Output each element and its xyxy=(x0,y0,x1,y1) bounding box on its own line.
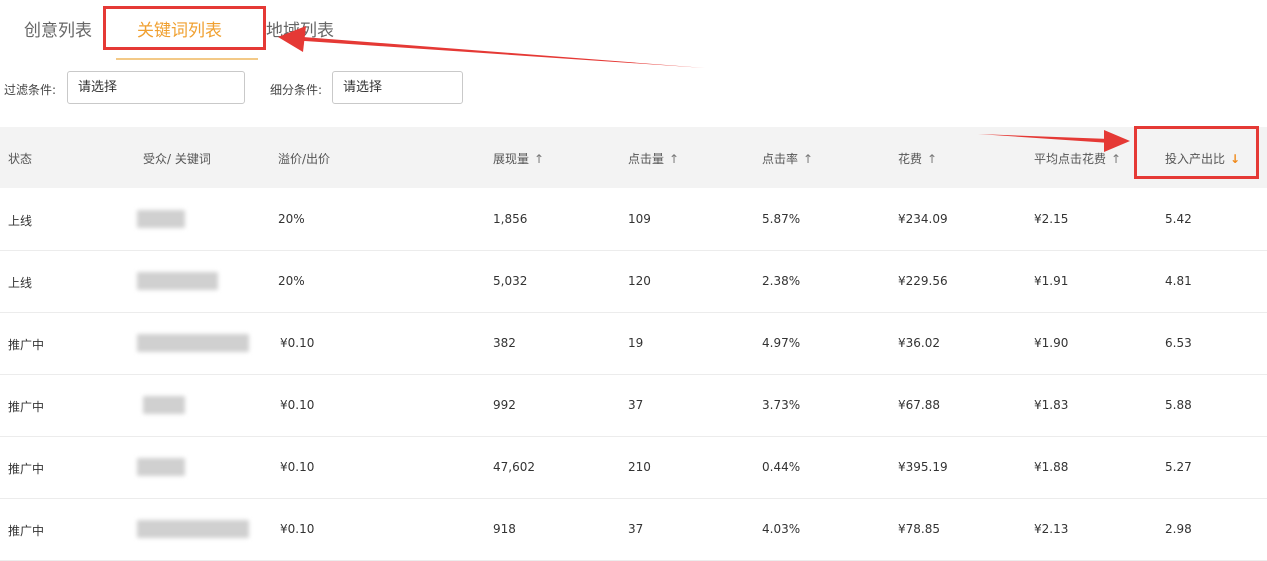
cell-cost: ¥229.56 xyxy=(898,274,948,288)
cell-roi: 5.27 xyxy=(1165,460,1192,474)
cell-cost: ¥67.88 xyxy=(898,398,940,412)
col-keyword: 受众/ 关键词 xyxy=(143,152,211,166)
col-clicks[interactable]: 点击量 ↑ xyxy=(628,150,679,167)
tab-region-list[interactable]: 地域列表 xyxy=(266,16,334,41)
cell-ctr: 4.97% xyxy=(762,336,801,350)
cell-ctr: 3.73% xyxy=(762,398,801,412)
sort-arrow-icon[interactable]: ↑ xyxy=(534,152,544,166)
cell-ctr: 0.44% xyxy=(762,460,801,474)
cell-roi: 4.81 xyxy=(1165,274,1192,288)
sort-arrow-icon[interactable]: ↑ xyxy=(803,152,813,166)
table-row: 推广中 ¥0.10 382 19 4.97% ¥36.02 ¥1.90 6.53 xyxy=(0,313,1267,375)
cell-clicks: 19 xyxy=(628,336,644,350)
filter-select[interactable]: 请选择 xyxy=(67,71,245,104)
blurred-keyword xyxy=(137,210,185,228)
cell-status: 上线 xyxy=(8,276,33,290)
cell-status: 上线 xyxy=(8,214,33,228)
cell-impressions: 382 xyxy=(493,336,516,350)
blurred-keyword xyxy=(143,396,185,414)
cell-roi: 6.53 xyxy=(1165,336,1192,350)
cell-bid: 20% xyxy=(278,274,305,288)
cell-ctr: 4.03% xyxy=(762,522,801,536)
col-impressions[interactable]: 展现量 ↑ xyxy=(493,150,544,167)
cell-bid: ¥0.10 xyxy=(280,460,315,474)
cell-roi: 5.42 xyxy=(1165,212,1192,226)
cell-status: 推广中 xyxy=(8,338,45,352)
cell-cpc: ¥1.88 xyxy=(1034,460,1069,474)
detail-select[interactable]: 请选择 xyxy=(332,71,463,104)
cell-cpc: ¥1.90 xyxy=(1034,336,1069,350)
cell-clicks: 37 xyxy=(628,398,644,412)
detail-label: 细分条件: xyxy=(270,83,323,97)
cell-roi: 2.98 xyxy=(1165,522,1192,536)
cell-ctr: 2.38% xyxy=(762,274,801,288)
blurred-keyword xyxy=(137,520,249,538)
cell-clicks: 37 xyxy=(628,522,644,536)
cell-impressions: 992 xyxy=(493,398,516,412)
table-row: 推广中 ¥0.10 918 37 4.03% ¥78.85 ¥2.13 2.98 xyxy=(0,499,1267,561)
cell-cpc: ¥1.91 xyxy=(1034,274,1069,288)
cell-clicks: 109 xyxy=(628,212,651,226)
cell-bid: ¥0.10 xyxy=(280,336,315,350)
col-cost[interactable]: 花费 ↑ xyxy=(898,150,937,167)
sort-arrow-icon[interactable]: ↑ xyxy=(927,152,937,166)
annotation-box-tab xyxy=(103,6,266,50)
table-row: 推广中 ¥0.10 47,602 210 0.44% ¥395.19 ¥1.88… xyxy=(0,437,1267,499)
active-tab-indicator xyxy=(116,58,258,60)
col-bid: 溢价/出价 xyxy=(278,152,331,166)
col-status: 状态 xyxy=(8,152,33,166)
sort-arrow-icon[interactable]: ↑ xyxy=(669,152,679,166)
table-row: 上线 20% 1,856 109 5.87% ¥234.09 ¥2.15 5.4… xyxy=(0,189,1267,251)
cell-status: 推广中 xyxy=(8,462,45,476)
filter-label: 过滤条件: xyxy=(4,83,57,97)
cell-roi: 5.88 xyxy=(1165,398,1192,412)
blurred-keyword xyxy=(137,458,185,476)
cell-cost: ¥395.19 xyxy=(898,460,948,474)
cell-cost: ¥78.85 xyxy=(898,522,940,536)
blurred-keyword xyxy=(137,272,218,290)
cell-clicks: 120 xyxy=(628,274,651,288)
annotation-box-roi xyxy=(1134,126,1259,179)
tab-creative-list[interactable]: 创意列表 xyxy=(24,16,92,41)
blurred-keyword xyxy=(137,334,249,352)
cell-impressions: 918 xyxy=(493,522,516,536)
cell-ctr: 5.87% xyxy=(762,212,801,226)
cell-cost: ¥36.02 xyxy=(898,336,940,350)
cell-cpc: ¥1.83 xyxy=(1034,398,1069,412)
cell-status: 推广中 xyxy=(8,524,45,538)
table-row: 上线 20% 5,032 120 2.38% ¥229.56 ¥1.91 4.8… xyxy=(0,251,1267,313)
cell-cpc: ¥2.13 xyxy=(1034,522,1069,536)
col-ctr[interactable]: 点击率 ↑ xyxy=(762,150,813,167)
cell-status: 推广中 xyxy=(8,400,45,414)
table-row: 推广中 ¥0.10 992 37 3.73% ¥67.88 ¥1.83 5.88 xyxy=(0,375,1267,437)
table-header: 状态 受众/ 关键词 溢价/出价 展现量 ↑ 点击量 ↑ 点击率 ↑ 花费 ↑ 平均点击… xyxy=(0,127,1267,188)
cell-bid: 20% xyxy=(278,212,305,226)
cell-impressions: 1,856 xyxy=(493,212,528,226)
cell-bid: ¥0.10 xyxy=(280,522,315,536)
col-cpc[interactable]: 平均点击花费 ↑ xyxy=(1034,150,1121,167)
sort-arrow-icon[interactable]: ↑ xyxy=(1111,152,1121,166)
cell-impressions: 5,032 xyxy=(493,274,528,288)
cell-impressions: 47,602 xyxy=(493,460,535,474)
cell-bid: ¥0.10 xyxy=(280,398,315,412)
cell-clicks: 210 xyxy=(628,460,651,474)
cell-cost: ¥234.09 xyxy=(898,212,948,226)
cell-cpc: ¥2.15 xyxy=(1034,212,1069,226)
